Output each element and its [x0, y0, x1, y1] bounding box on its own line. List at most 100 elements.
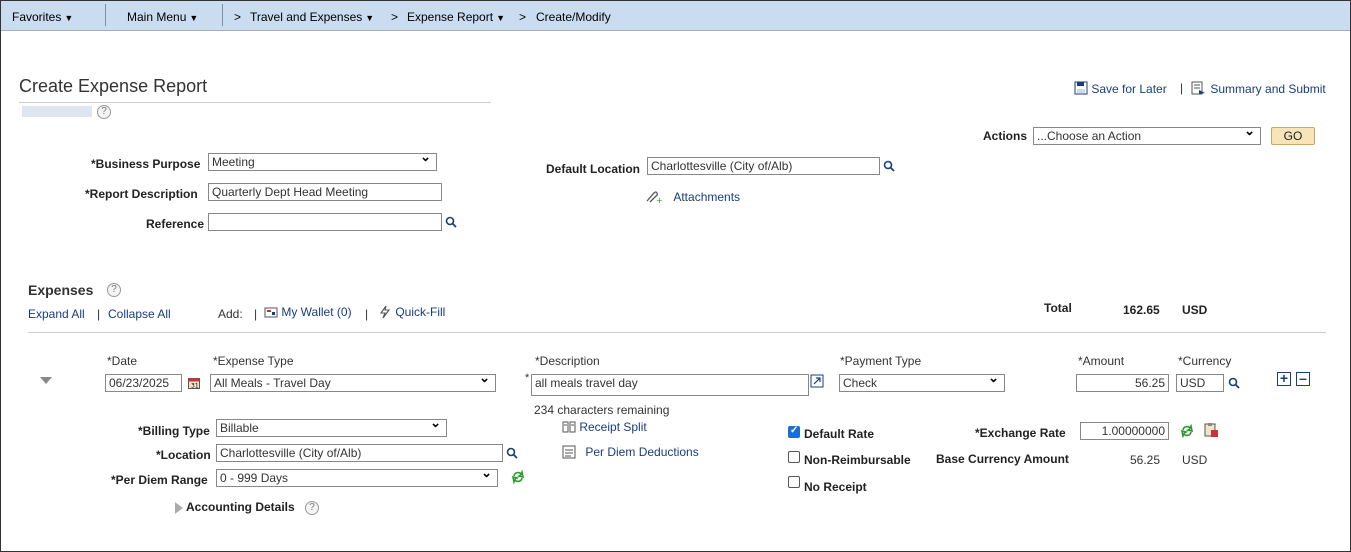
- no-receipt-label: No Receipt: [804, 480, 867, 494]
- actions-label: Actions: [983, 129, 1028, 143]
- location-input[interactable]: Charlottesville (City of/Alb): [216, 444, 503, 462]
- top-nav-bar: Favorites ▼ Main Menu ▼ > Travel and Expen…: [1, 1, 1350, 31]
- non-reimbursable-checkbox[interactable]: [788, 451, 800, 463]
- breadcrumb-sep: >: [391, 10, 399, 24]
- payment-type-select[interactable]: Check: [839, 374, 1005, 392]
- search-icon[interactable]: [445, 216, 457, 228]
- expense-type-label: *Expense Type: [213, 354, 294, 368]
- date-label: *Date: [107, 354, 138, 368]
- amount-label: *Amount: [1078, 354, 1125, 368]
- no-receipt-checkbox[interactable]: [788, 476, 800, 488]
- help-icon[interactable]: ?: [97, 105, 111, 119]
- receipt-split-link[interactable]: Receipt Split: [562, 420, 647, 434]
- redacted-label: [22, 106, 92, 117]
- svg-text:+: +: [656, 196, 662, 204]
- characters-remaining: 234 characters remaining: [534, 403, 670, 417]
- list-icon: [562, 445, 576, 459]
- expand-textarea-icon[interactable]: [810, 374, 824, 388]
- floppy-disk-icon: [1074, 81, 1088, 95]
- link-divider: |: [97, 307, 101, 321]
- paperclip-add-icon: +: [646, 191, 663, 205]
- reference-input[interactable]: [208, 213, 442, 231]
- total-value: 162.65: [1123, 303, 1160, 317]
- business-purpose-select[interactable]: Meeting: [208, 153, 437, 171]
- nav-divider: [105, 4, 106, 26]
- exchange-rate-input[interactable]: 1.00000000: [1080, 422, 1169, 440]
- expand-triangle-icon[interactable]: [175, 502, 183, 514]
- add-row-button[interactable]: +: [1277, 371, 1291, 386]
- default-location-input[interactable]: Charlottesville (City of/Alb): [647, 157, 880, 175]
- default-rate-checkbox[interactable]: [788, 425, 800, 438]
- per-diem-range-select[interactable]: 0 - 999 Days: [216, 469, 498, 487]
- svg-text:31: 31: [191, 383, 199, 390]
- clipboard-icon[interactable]: [1203, 422, 1219, 438]
- amount-input[interactable]: 56.25: [1076, 374, 1169, 392]
- base-currency-value: 56.25: [1130, 453, 1161, 467]
- help-icon[interactable]: ?: [305, 501, 319, 515]
- quick-fill-link[interactable]: Quick-Fill: [378, 305, 445, 319]
- accounting-details-toggle[interactable]: Accounting Details: [186, 500, 295, 514]
- total-label: Total: [1044, 301, 1072, 315]
- header-underline: [19, 102, 491, 103]
- lightning-icon: [379, 305, 391, 319]
- expense-type-select[interactable]: All Meals - Travel Day: [210, 374, 496, 392]
- actions-select[interactable]: ...Choose an Action: [1033, 127, 1261, 145]
- breadcrumb-expense-report[interactable]: Expense Report ▼: [407, 10, 505, 24]
- link-divider: |: [254, 307, 258, 321]
- calendar-icon[interactable]: 31: [188, 377, 200, 389]
- chevron-down-icon: ▼: [496, 13, 505, 23]
- chevron-down-icon: ▼: [189, 13, 199, 23]
- required-asterisk: *: [525, 372, 530, 384]
- save-for-later-button[interactable]: Save for Later: [1074, 81, 1167, 96]
- section-divider: [28, 332, 1326, 333]
- currency-input[interactable]: USD: [1176, 374, 1224, 392]
- report-description-label: *Report Description: [85, 187, 198, 201]
- billing-type-select[interactable]: Billable: [216, 419, 447, 437]
- summary-and-submit-button[interactable]: Summary and Submit: [1191, 81, 1326, 96]
- search-icon[interactable]: [506, 447, 518, 459]
- location-label: *Location: [156, 448, 211, 462]
- expenses-title: Expenses: [28, 282, 94, 298]
- refresh-icon[interactable]: [511, 470, 525, 484]
- wallet-icon: [264, 307, 278, 318]
- attachments-link[interactable]: + Attachments: [644, 190, 740, 205]
- date-input[interactable]: 06/23/2025: [105, 374, 182, 392]
- per-diem-range-label: *Per Diem Range: [111, 473, 208, 487]
- search-icon[interactable]: [883, 160, 895, 172]
- base-currency-code: USD: [1182, 453, 1208, 467]
- link-divider: |: [365, 307, 369, 321]
- non-reimbursable-label: Non-Reimbursable: [804, 453, 911, 467]
- per-diem-deductions-link[interactable]: Per Diem Deductions: [562, 445, 699, 459]
- add-label: Add:: [218, 307, 243, 321]
- payment-type-label: *Payment Type: [840, 354, 922, 368]
- main-menu[interactable]: Main Menu ▼: [127, 10, 198, 24]
- currency-label: *Currency: [1178, 354, 1232, 368]
- breadcrumb-sep: >: [234, 10, 242, 24]
- help-icon[interactable]: ?: [107, 283, 121, 297]
- page-title: Create Expense Report: [19, 76, 208, 96]
- delete-row-button[interactable]: –: [1296, 371, 1310, 386]
- breadcrumb-travel[interactable]: Travel and Expenses ▼: [250, 10, 374, 24]
- expand-all-link[interactable]: Expand All: [28, 307, 85, 321]
- collapse-all-link[interactable]: Collapse All: [108, 307, 171, 321]
- description-textarea[interactable]: all meals travel day: [531, 374, 809, 396]
- report-description-input[interactable]: Quarterly Dept Head Meeting: [208, 183, 442, 201]
- nav-divider: [222, 4, 223, 26]
- base-currency-label: Base Currency Amount: [936, 452, 1069, 466]
- breadcrumb-create-modify[interactable]: Create/Modify: [536, 10, 611, 24]
- favorites-menu[interactable]: Favorites ▼: [12, 10, 73, 24]
- default-rate-label: Default Rate: [804, 427, 875, 441]
- header-divider: |: [1180, 81, 1184, 95]
- search-icon[interactable]: [1228, 377, 1240, 389]
- refresh-icon[interactable]: [1180, 424, 1194, 438]
- default-location-label: Default Location: [546, 162, 641, 176]
- total-currency: USD: [1182, 303, 1208, 317]
- go-button[interactable]: GO: [1271, 127, 1315, 145]
- my-wallet-link[interactable]: My Wallet (0): [264, 305, 352, 319]
- exchange-rate-label: *Exchange Rate: [975, 426, 1066, 440]
- chevron-down-icon: ▼: [64, 13, 74, 23]
- description-label: *Description: [535, 354, 600, 368]
- reference-label: Reference: [146, 217, 205, 231]
- collapse-triangle-icon[interactable]: [40, 377, 52, 385]
- business-purpose-label: *Business Purpose: [91, 157, 201, 171]
